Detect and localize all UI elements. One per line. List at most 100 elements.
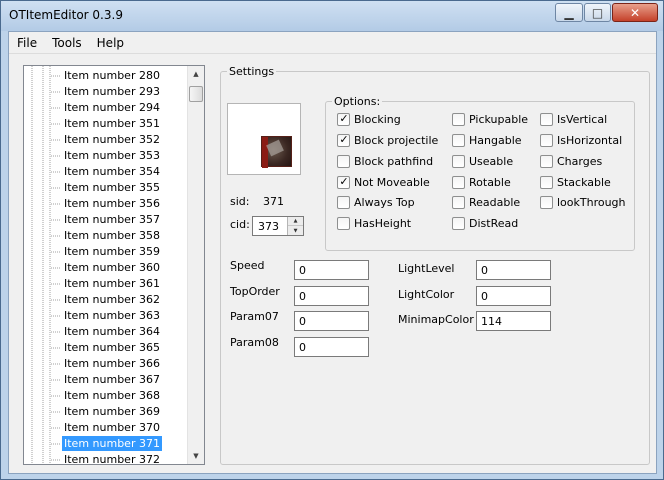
minimize-button[interactable]: ▁ (555, 3, 583, 22)
tree-item[interactable]: Item number 358 (62, 228, 162, 243)
field-label: Speed (230, 259, 265, 272)
option-checkbox[interactable] (337, 217, 350, 230)
tree-item[interactable]: Item number 359 (62, 244, 162, 259)
option-checkbox[interactable] (337, 155, 350, 168)
field-input[interactable]: 0 (294, 260, 369, 280)
option-label: Rotable (469, 176, 511, 189)
client-area: File Tools Help Item number 280 Item numb… (8, 31, 657, 474)
field-label: MinimapColor (398, 313, 474, 326)
scroll-down-icon[interactable]: ▼ (188, 448, 204, 464)
tree-item[interactable]: Item number 364 (62, 324, 162, 339)
option-label: IsVertical (557, 113, 608, 126)
option-label: lookThrough (557, 196, 626, 209)
option-checkbox[interactable] (452, 134, 465, 147)
tree-item[interactable]: Item number 360 (62, 260, 162, 275)
field-input[interactable]: 0 (294, 311, 369, 331)
option-checkbox[interactable] (540, 155, 553, 168)
tree-item[interactable]: Item number 370 (62, 420, 162, 435)
cid-value: 373 (258, 220, 279, 233)
field-label: TopOrder (230, 285, 280, 298)
option-label: Pickupable (469, 113, 529, 126)
tree-item[interactable]: Item number 294 (62, 100, 162, 115)
settings-legend: Settings (227, 65, 277, 78)
sid-value: 371 (263, 195, 284, 208)
tree-item[interactable]: Item number 353 (62, 148, 162, 163)
field-input[interactable]: 114 (476, 311, 551, 331)
option-label: Hangable (469, 134, 522, 147)
option-checkbox[interactable] (452, 155, 465, 168)
option-checkbox[interactable] (452, 196, 465, 209)
tree-item[interactable]: Item number 355 (62, 180, 162, 195)
field-input[interactable]: 0 (294, 337, 369, 357)
tree-item[interactable]: Item number 354 (62, 164, 162, 179)
scroll-thumb[interactable] (189, 86, 203, 102)
menu-tools[interactable]: Tools (44, 32, 89, 53)
option-label: Useable (469, 155, 514, 168)
tree-item[interactable]: Item number 356 (62, 196, 162, 211)
option-checkbox[interactable] (540, 196, 553, 209)
app-window: OTItemEditor 0.3.9 ▁ □ ✕ File Tools Help… (0, 0, 664, 480)
tree-item[interactable]: Item number 293 (62, 84, 162, 99)
tree-item[interactable]: Item number 366 (62, 356, 162, 371)
stepper-down-icon[interactable]: ▼ (288, 226, 303, 235)
option-checkbox[interactable] (452, 217, 465, 230)
option-checkbox[interactable] (540, 176, 553, 189)
menu-bar: File Tools Help (9, 32, 656, 54)
field-input[interactable]: 0 (294, 286, 369, 306)
tree-lines (31, 66, 60, 464)
option-label: IsHorizontal (557, 134, 623, 147)
field-input[interactable]: 0 (476, 286, 551, 306)
tree-item[interactable]: Item number 369 (62, 404, 162, 419)
option-checkbox[interactable] (452, 176, 465, 189)
title-bar[interactable]: OTItemEditor 0.3.9 ▁ □ ✕ (1, 1, 663, 31)
field-label: LightColor (398, 288, 455, 301)
tree-item[interactable]: Item number 363 (62, 308, 162, 323)
tree-item[interactable]: Item number 352 (62, 132, 162, 147)
field-label: Param08 (230, 336, 279, 349)
option-checkbox[interactable] (540, 113, 553, 126)
option-checkbox[interactable] (540, 134, 553, 147)
option-label: HasHeight (354, 217, 412, 230)
item-preview (227, 103, 301, 175)
check-mark-icon: ✓ (339, 112, 349, 125)
cid-stepper[interactable]: 373 ▲ ▼ (252, 216, 304, 236)
item-tree[interactable]: Item number 280 Item number 293 Item numbe… (23, 65, 205, 465)
check-mark-icon: ✓ (339, 175, 349, 188)
field-label: Param07 (230, 310, 279, 323)
option-label: Readable (469, 196, 521, 209)
tree-item[interactable]: Item number 365 (62, 340, 162, 355)
item-sprite-image (261, 136, 292, 168)
field-input[interactable]: 0 (476, 260, 551, 280)
option-label: Block projectile (354, 134, 439, 147)
scroll-up-icon[interactable]: ▲ (188, 66, 204, 82)
option-checkbox[interactable] (337, 196, 350, 209)
tree-item[interactable]: Item number 362 (62, 292, 162, 307)
close-button[interactable]: ✕ (612, 3, 658, 22)
tree-item[interactable]: Item number 280 (62, 68, 162, 83)
stepper-up-icon[interactable]: ▲ (288, 217, 303, 226)
cid-label: cid: (230, 218, 250, 231)
menu-file[interactable]: File (9, 32, 44, 53)
check-mark-icon: ✓ (339, 133, 349, 146)
option-checkbox[interactable] (452, 113, 465, 126)
tree-item[interactable]: Item number 357 (62, 212, 162, 227)
tree-item[interactable]: Item number 367 (62, 372, 162, 387)
window-title: OTItemEditor 0.3.9 (9, 8, 123, 22)
options-legend: Options: (332, 95, 383, 108)
tree-scrollbar[interactable]: ▲ ▼ (187, 66, 204, 464)
tree-item[interactable]: Item number 371 (62, 436, 162, 451)
option-label: Stackable (557, 176, 611, 189)
tree-item[interactable]: Item number 372 (62, 452, 162, 464)
option-checkbox[interactable]: ✓ (337, 175, 350, 189)
option-label: Charges (557, 155, 603, 168)
option-checkbox[interactable]: ✓ (337, 112, 350, 126)
maximize-button[interactable]: □ (584, 3, 611, 22)
tree-item[interactable]: Item number 361 (62, 276, 162, 291)
field-label: LightLevel (398, 262, 455, 275)
sid-label: sid: (230, 195, 250, 208)
option-checkbox[interactable]: ✓ (337, 133, 350, 147)
tree-item[interactable]: Item number 368 (62, 388, 162, 403)
tree-item[interactable]: Item number 351 (62, 116, 162, 131)
menu-help[interactable]: Help (89, 32, 131, 53)
option-label: Always Top (354, 196, 415, 209)
